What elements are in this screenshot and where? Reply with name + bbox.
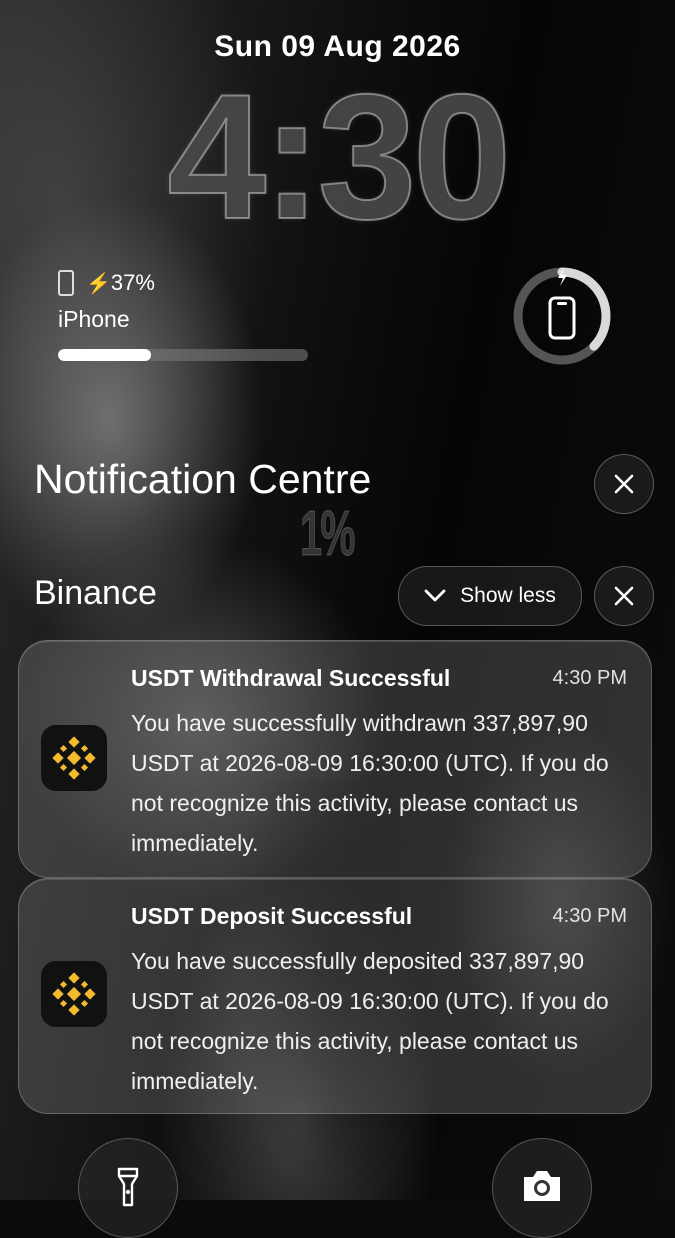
notification-card[interactable]: USDT Withdrawal Successful 4:30 PM You h… <box>18 640 652 878</box>
camera-icon <box>524 1171 560 1201</box>
clear-all-button[interactable] <box>594 454 654 514</box>
notification-body: You have successfully withdrawn 337,897,… <box>131 710 609 856</box>
show-less-button[interactable]: Show less <box>398 566 582 626</box>
notification-group-app-name: Binance <box>34 574 157 612</box>
battery-widget[interactable]: ⚡37% iPhone <box>58 270 318 361</box>
notification-time: 4:30 PM <box>552 667 627 689</box>
notification-title: USDT Deposit Successful <box>131 903 413 929</box>
chevron-down-icon <box>424 589 446 602</box>
iphone-icon <box>58 270 74 296</box>
device-name: iPhone <box>58 306 130 332</box>
notification-title: USDT Withdrawal Successful <box>131 665 451 691</box>
notification-body: You have successfully deposited 337,897,… <box>131 948 609 1094</box>
battery-percent: ⚡37% <box>86 270 155 295</box>
binance-logo-icon <box>52 736 96 780</box>
close-icon <box>614 586 634 606</box>
battery-bar <box>58 349 308 361</box>
show-less-label: Show less <box>460 584 556 607</box>
lock-clock: 4:30 <box>166 57 512 256</box>
close-icon <box>614 474 634 494</box>
notification-time: 4:30 PM <box>552 905 627 927</box>
binance-app-icon <box>41 725 107 791</box>
charging-bolt-icon: ⚡ <box>86 273 111 295</box>
charge-ring-widget[interactable] <box>510 264 614 368</box>
flashlight-button[interactable] <box>78 1138 178 1238</box>
flashlight-icon <box>117 1167 139 1207</box>
iphone-icon <box>548 296 576 340</box>
binance-logo-icon <box>52 972 96 1016</box>
binance-app-icon <box>41 961 107 1027</box>
overlay-percent: 1% <box>300 497 356 570</box>
clear-group-button[interactable] <box>594 566 654 626</box>
notification-card[interactable]: USDT Deposit Successful 4:30 PM You have… <box>18 878 652 1114</box>
battery-bar-fill <box>58 349 151 361</box>
camera-button[interactable] <box>492 1138 592 1238</box>
